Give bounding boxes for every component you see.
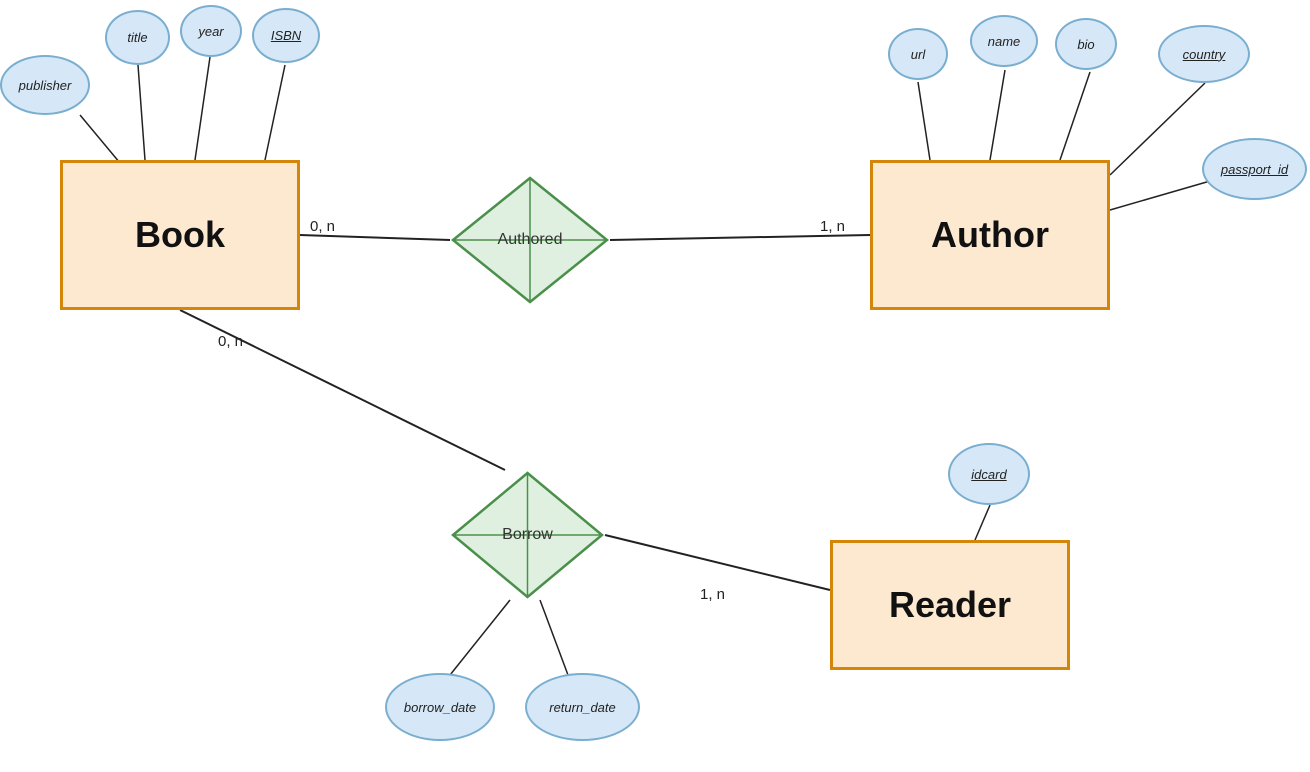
relationship-borrow: Borrow xyxy=(450,470,605,600)
entity-reader-label: Reader xyxy=(889,584,1011,626)
cardinality-authored-author: 1, n xyxy=(820,218,845,235)
attribute-url: url xyxy=(888,28,948,80)
attribute-bio: bio xyxy=(1055,18,1117,70)
relationship-authored-label: Authored xyxy=(498,231,563,249)
entity-book: Book xyxy=(60,160,300,310)
relationship-authored: Authored xyxy=(450,175,610,305)
relationship-borrow-label: Borrow xyxy=(502,526,553,544)
attribute-return-date: return_date xyxy=(525,673,640,741)
cardinality-borrow-reader: 1, n xyxy=(700,586,725,603)
entity-reader: Reader xyxy=(830,540,1070,670)
entity-author-label: Author xyxy=(931,214,1049,256)
attribute-publisher: publisher xyxy=(0,55,90,115)
attribute-borrow-date: borrow_date xyxy=(385,673,495,741)
entity-book-label: Book xyxy=(135,214,225,256)
entity-author: Author xyxy=(870,160,1110,310)
attribute-isbn: ISBN xyxy=(252,8,320,63)
attribute-title: title xyxy=(105,10,170,65)
attribute-name: name xyxy=(970,15,1038,67)
er-diagram: Book Author Reader Authored Borrow publi… xyxy=(0,0,1310,772)
attribute-passport-id: passport_id xyxy=(1202,138,1307,200)
cardinality-book-borrow: 0, n xyxy=(218,333,243,350)
attribute-year: year xyxy=(180,5,242,57)
cardinality-book-authored: 0, n xyxy=(310,218,335,235)
attribute-idcard: idcard xyxy=(948,443,1030,505)
attribute-country: country xyxy=(1158,25,1250,83)
